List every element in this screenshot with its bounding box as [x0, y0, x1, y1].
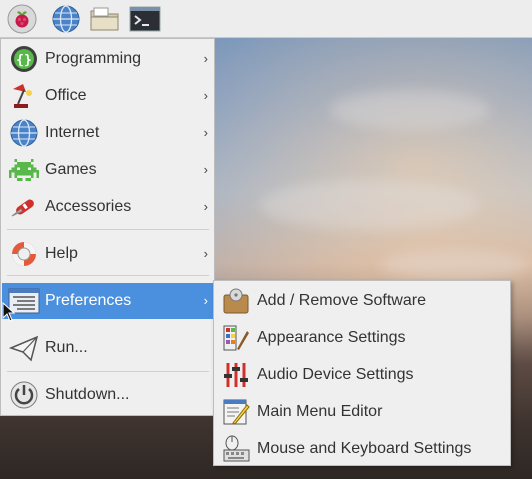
submenu-arrow-icon: › [203, 246, 208, 261]
taskbar [0, 0, 532, 38]
wallpaper-cloud [380, 250, 530, 280]
svg-text:{}: {} [16, 53, 32, 68]
wallpaper-cloud [330, 90, 490, 130]
mouse-cursor-icon [2, 302, 16, 322]
code-braces-icon: {} [8, 43, 40, 75]
submenu-arrow-icon: › [203, 88, 208, 103]
menu-item-internet[interactable]: Internet › [2, 115, 214, 151]
terminal-button[interactable] [129, 3, 161, 35]
menu-item-accessories[interactable]: Accessories › [2, 189, 214, 225]
web-browser-button[interactable] [50, 3, 82, 35]
submenu-arrow-icon: › [203, 51, 208, 66]
submenu-item-label: Audio Device Settings [257, 366, 414, 383]
mouse-keyboard-icon [220, 433, 252, 465]
menu-separator [7, 371, 209, 372]
raspberry-menu-button[interactable] [6, 3, 38, 35]
submenu-item-label: Main Menu Editor [257, 403, 383, 420]
submenu-arrow-icon: › [203, 199, 208, 214]
submenu-item-label: Appearance Settings [257, 329, 406, 346]
submenu-item-mouse-keyboard-settings[interactable]: Mouse and Keyboard Settings [215, 431, 509, 467]
swiss-knife-icon [8, 191, 40, 223]
desk-lamp-icon [8, 80, 40, 112]
menu-item-label: Accessories [45, 198, 132, 215]
submenu-item-add-remove-software[interactable]: Add / Remove Software [215, 283, 509, 319]
menu-item-preferences[interactable]: Preferences › [2, 283, 214, 319]
palette-icon [220, 322, 252, 354]
menu-item-programming[interactable]: {} Programming › [2, 41, 214, 77]
submenu-item-label: Add / Remove Software [257, 292, 426, 309]
menu-item-office[interactable]: Office › [2, 78, 214, 114]
preferences-submenu: Add / Remove Software Appearance Setting… [213, 280, 511, 466]
menu-item-games[interactable]: Games › [2, 152, 214, 188]
space-invader-icon [8, 154, 40, 186]
main-menu: {} Programming › Office › Internet › Gam… [0, 38, 215, 416]
menu-item-shutdown[interactable]: Shutdown... [2, 377, 214, 413]
globe-icon [52, 5, 80, 33]
submenu-arrow-icon: › [203, 125, 208, 140]
lifebuoy-icon [8, 238, 40, 270]
menu-separator [7, 229, 209, 230]
menu-item-label: Internet [45, 124, 100, 141]
submenu-item-appearance-settings[interactable]: Appearance Settings [215, 320, 509, 356]
package-icon [220, 285, 252, 317]
menu-item-label: Shutdown... [45, 386, 130, 403]
submenu-item-label: Mouse and Keyboard Settings [257, 440, 472, 457]
submenu-arrow-icon: › [203, 162, 208, 177]
folder-icon [90, 7, 119, 31]
menu-item-label: Preferences [45, 292, 132, 309]
raspberry-icon [7, 4, 37, 34]
paper-plane-icon [8, 332, 40, 364]
submenu-item-main-menu-editor[interactable]: Main Menu Editor [215, 394, 509, 430]
menu-item-run[interactable]: Run... [2, 330, 214, 366]
file-manager-button[interactable] [89, 3, 121, 35]
mixer-sliders-icon [220, 359, 252, 391]
menu-edit-icon [220, 396, 252, 428]
menu-separator [7, 275, 209, 276]
menu-item-label: Programming [45, 50, 142, 67]
submenu-item-audio-device-settings[interactable]: Audio Device Settings [215, 357, 509, 393]
menu-item-label: Office [45, 87, 87, 104]
globe-icon [8, 117, 40, 149]
menu-item-label: Games [45, 161, 97, 178]
wallpaper-cloud [260, 180, 480, 230]
menu-item-label: Run... [45, 339, 88, 356]
power-icon [8, 379, 40, 411]
menu-item-help[interactable]: Help › [2, 236, 214, 272]
terminal-icon [129, 6, 161, 32]
submenu-arrow-icon: › [203, 293, 208, 308]
menu-item-label: Help [45, 245, 78, 262]
